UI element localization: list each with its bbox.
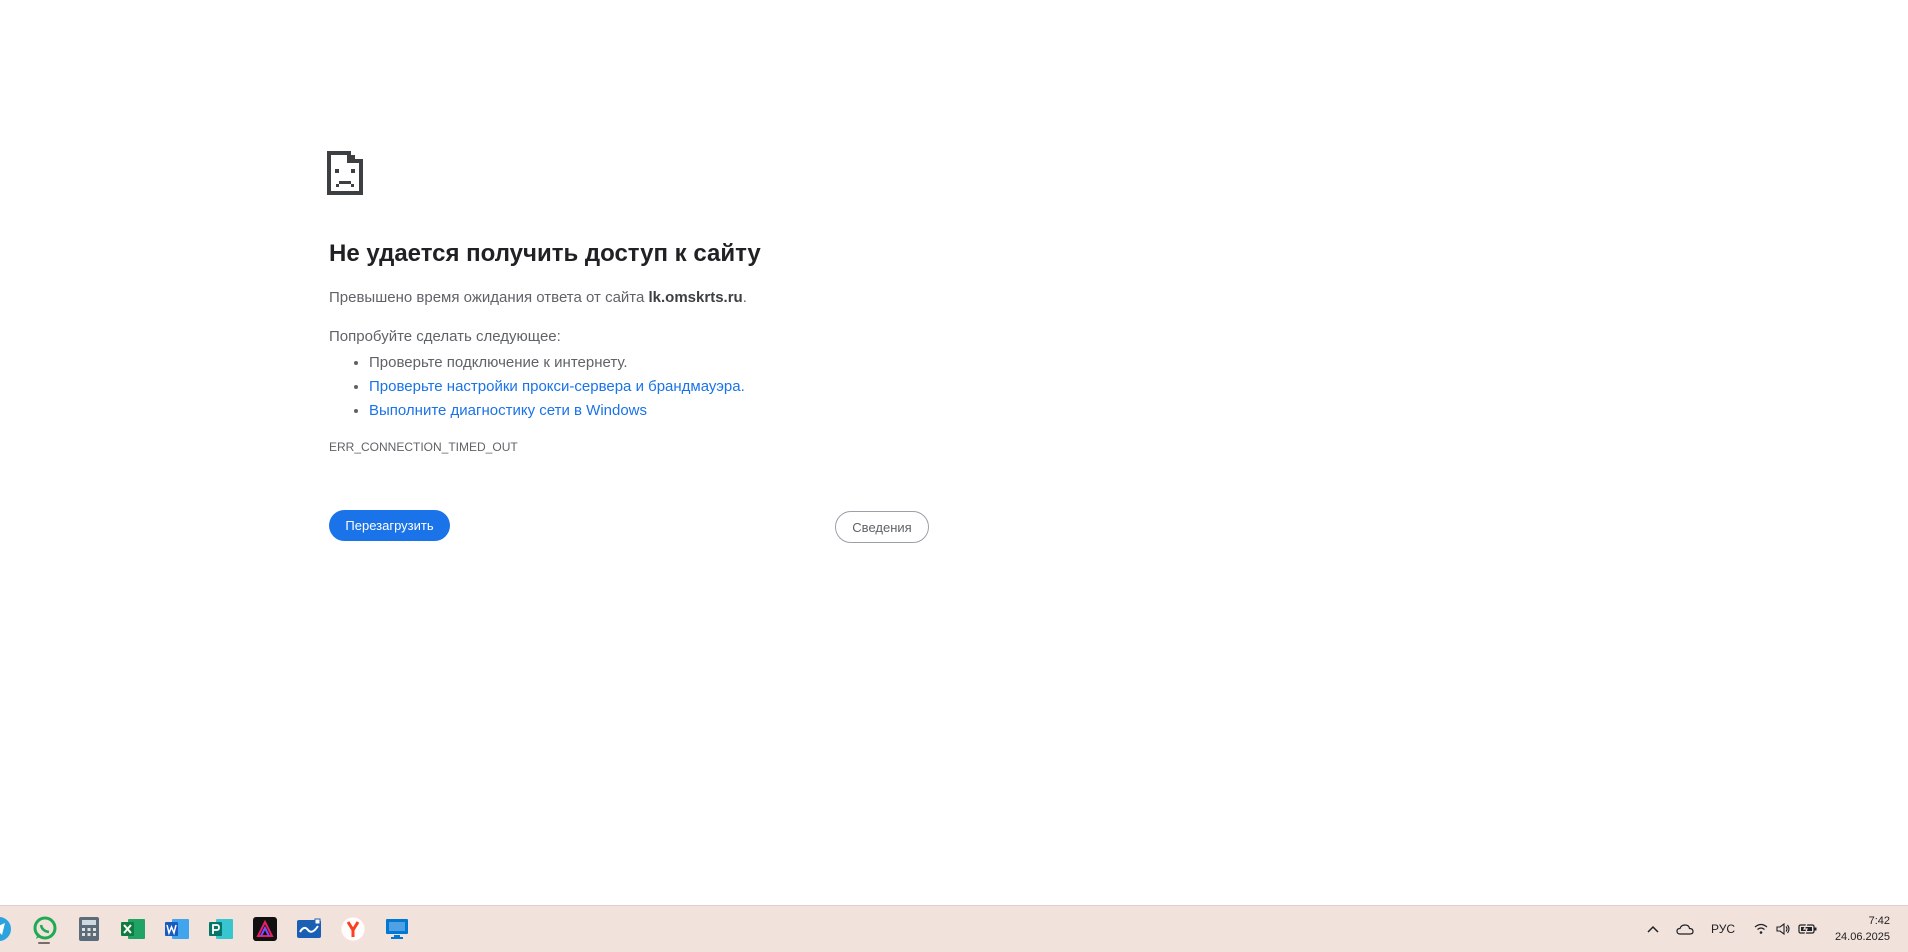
clock-date: 24.06.2025	[1834, 931, 1890, 943]
word-icon[interactable]	[162, 914, 192, 944]
suggestion-check-connection: Проверьте подключение к интернету.	[369, 354, 628, 371]
suggestion-check-proxy-link[interactable]: Проверьте настройки прокси-сервера и бра…	[369, 378, 745, 395]
reload-button[interactable]: Перезагрузить	[329, 510, 450, 541]
excel-icon[interactable]	[118, 914, 148, 944]
taskbar: РУС 7:42 24.06.2025	[0, 905, 1908, 952]
onedrive-cloud-icon[interactable]	[1674, 918, 1696, 940]
whiteboard-icon[interactable]	[294, 914, 324, 944]
page-title: Не удается получить доступ к сайту	[329, 240, 761, 267]
language-indicator[interactable]: РУС	[1708, 918, 1738, 940]
wifi-icon[interactable]	[1752, 918, 1770, 940]
error-page: Не удается получить доступ к сайту Превы…	[0, 0, 1908, 905]
description-prefix: Превышено время ожидания ответа от сайта	[329, 289, 649, 306]
calculator-icon[interactable]	[74, 914, 104, 944]
error-description: Превышено время ожидания ответа от сайта…	[329, 289, 747, 306]
details-button[interactable]: Сведения	[835, 511, 929, 543]
volume-icon[interactable]	[1774, 918, 1792, 940]
suggestion-list: Проверьте подключение к интернету. Прове…	[329, 351, 745, 423]
clock-time: 7:42	[1868, 915, 1890, 927]
affinity-icon[interactable]	[250, 914, 280, 944]
publisher-icon[interactable]	[206, 914, 236, 944]
clock[interactable]: 7:42 24.06.2025	[1835, 913, 1890, 945]
error-code: ERR_CONNECTION_TIMED_OUT	[329, 440, 518, 454]
try-heading: Попробуйте сделать следующее:	[329, 328, 561, 345]
active-app-indicator	[38, 942, 50, 944]
yandex-browser-icon[interactable]	[338, 914, 368, 944]
suggestion-network-diagnostics-link[interactable]: Выполните диагностику сети в Windows	[369, 402, 647, 419]
show-hidden-icons-chevron-up-icon[interactable]	[1643, 918, 1663, 940]
suggestion-item: Проверьте подключение к интернету.	[369, 351, 745, 375]
battery-charging-icon[interactable]	[1797, 918, 1819, 940]
sad-page-icon	[327, 151, 363, 195]
remote-desktop-icon[interactable]	[382, 914, 412, 944]
suggestion-item: Выполните диагностику сети в Windows	[369, 399, 745, 423]
description-suffix: .	[742, 289, 747, 306]
whatsapp-icon[interactable]	[30, 914, 60, 944]
telegram-icon[interactable]	[0, 914, 14, 944]
site-name: lk.omskrts.ru	[648, 289, 743, 306]
suggestion-item: Проверьте настройки прокси-сервера и бра…	[369, 375, 745, 399]
